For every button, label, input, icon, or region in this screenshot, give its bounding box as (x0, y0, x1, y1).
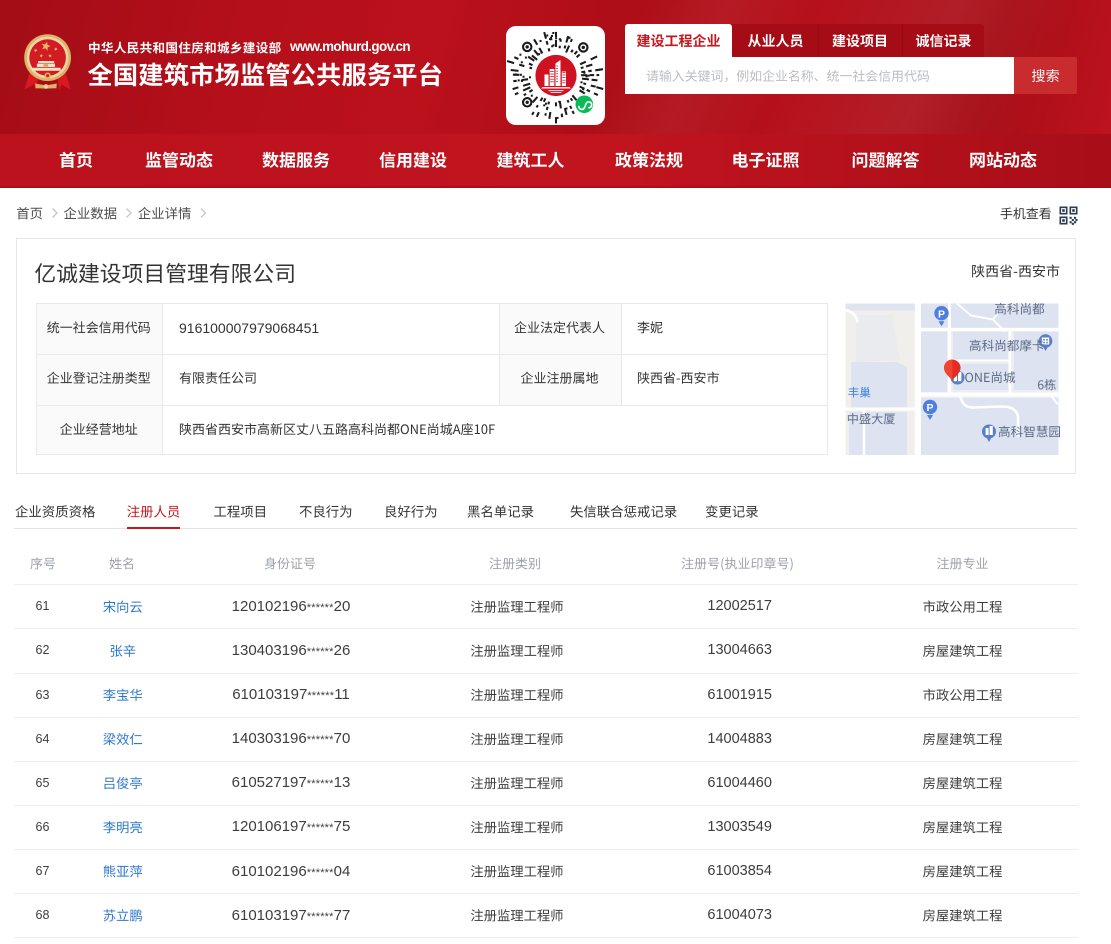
svg-text:P: P (926, 402, 933, 414)
svg-text:P: P (938, 308, 945, 320)
